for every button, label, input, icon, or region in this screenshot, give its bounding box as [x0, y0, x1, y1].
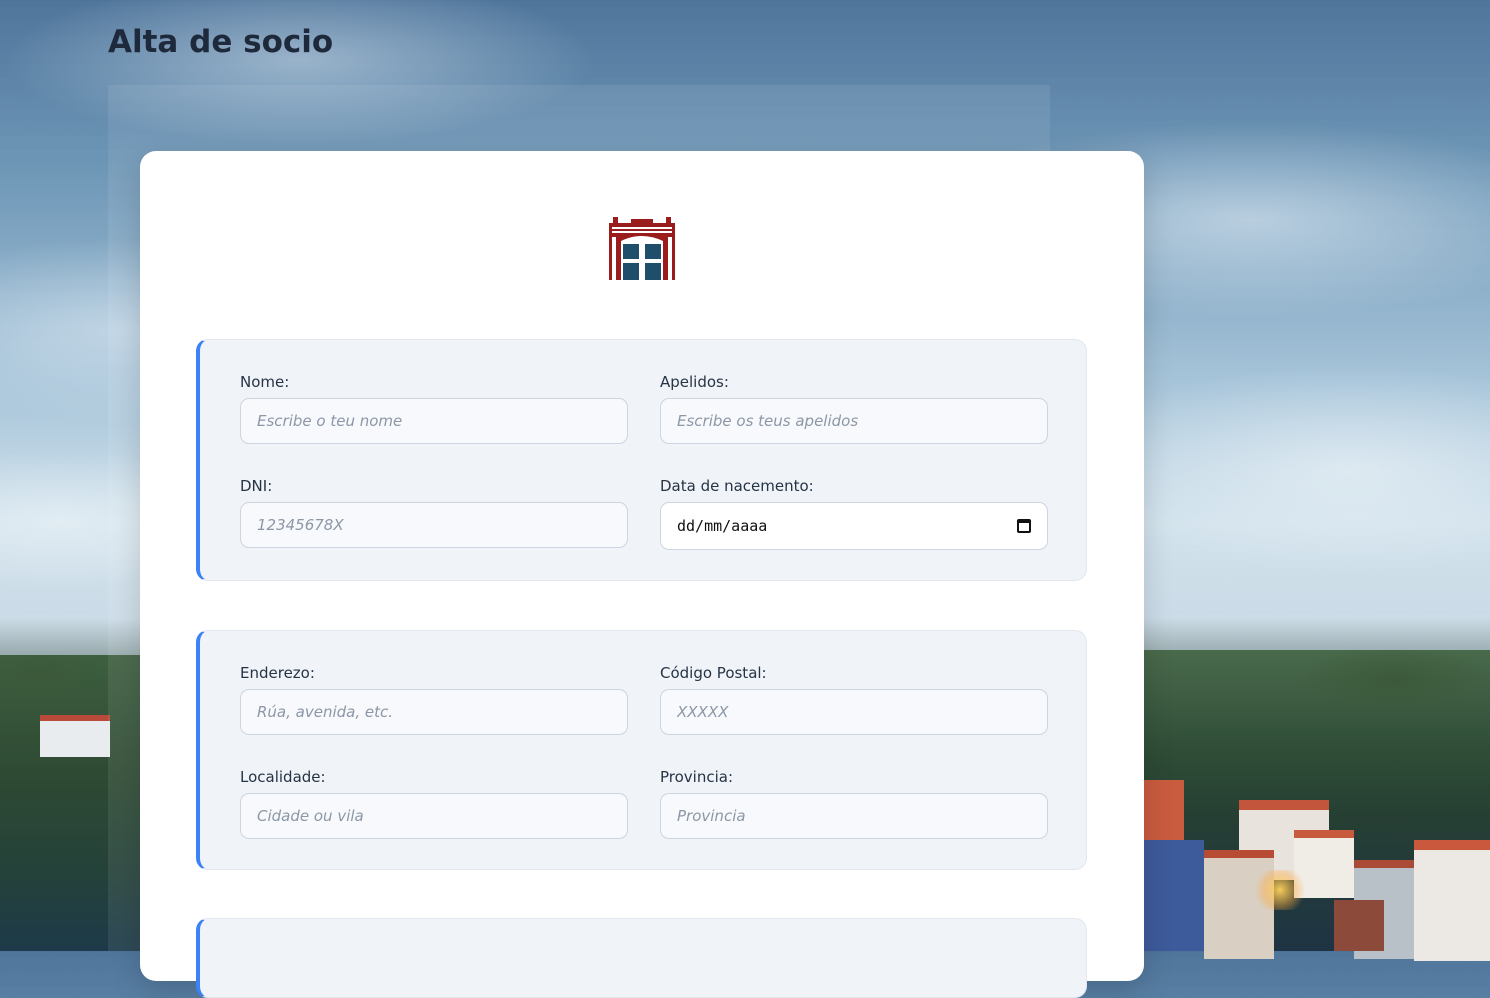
building-emblem-icon — [609, 217, 675, 280]
background-town — [1144, 780, 1490, 961]
codigo-postal-field: Código Postal: — [660, 664, 1048, 735]
date-of-birth-input[interactable]: dd/mm/aaaa — [660, 502, 1048, 550]
enderezo-label: Enderezo: — [240, 664, 315, 682]
nome-field: Nome: — [240, 373, 628, 444]
localidade-input[interactable] — [240, 793, 628, 839]
registration-card: Nome: Apelidos: DNI: Data de nacemento: … — [140, 151, 1144, 998]
address-section: Enderezo: Código Postal: Localidade: Pro… — [196, 630, 1087, 870]
dni-label: DNI: — [240, 477, 273, 495]
apelidos-field: Apelidos: — [660, 373, 1048, 444]
dni-field: DNI: — [240, 477, 628, 548]
page-title: Alta de socio — [108, 24, 334, 60]
background-street-light — [1250, 870, 1310, 910]
localidade-label: Localidade: — [240, 768, 326, 786]
codigo-postal-label: Código Postal: — [660, 664, 767, 682]
codigo-postal-input[interactable] — [660, 689, 1048, 735]
enderezo-field: Enderezo: — [240, 664, 628, 735]
date-value: dd/mm/aaaa — [677, 517, 768, 535]
localidade-field: Localidade: — [240, 768, 628, 839]
nacemento-field: Data de nacemento: dd/mm/aaaa — [660, 477, 1048, 550]
provincia-field: Provincia: — [660, 768, 1048, 839]
nome-label: Nome: — [240, 373, 290, 391]
background-house — [40, 715, 110, 757]
nacemento-label: Data de nacemento: — [660, 477, 814, 495]
apelidos-label: Apelidos: — [660, 373, 729, 391]
personal-data-section: Nome: Apelidos: DNI: Data de nacemento: … — [196, 339, 1087, 581]
calendar-icon[interactable] — [1017, 519, 1031, 533]
enderezo-input[interactable] — [240, 689, 628, 735]
apelidos-input[interactable] — [660, 398, 1048, 444]
provincia-input[interactable] — [660, 793, 1048, 839]
nome-input[interactable] — [240, 398, 628, 444]
next-section — [196, 918, 1087, 998]
provincia-label: Provincia: — [660, 768, 734, 786]
dni-input[interactable] — [240, 502, 628, 548]
